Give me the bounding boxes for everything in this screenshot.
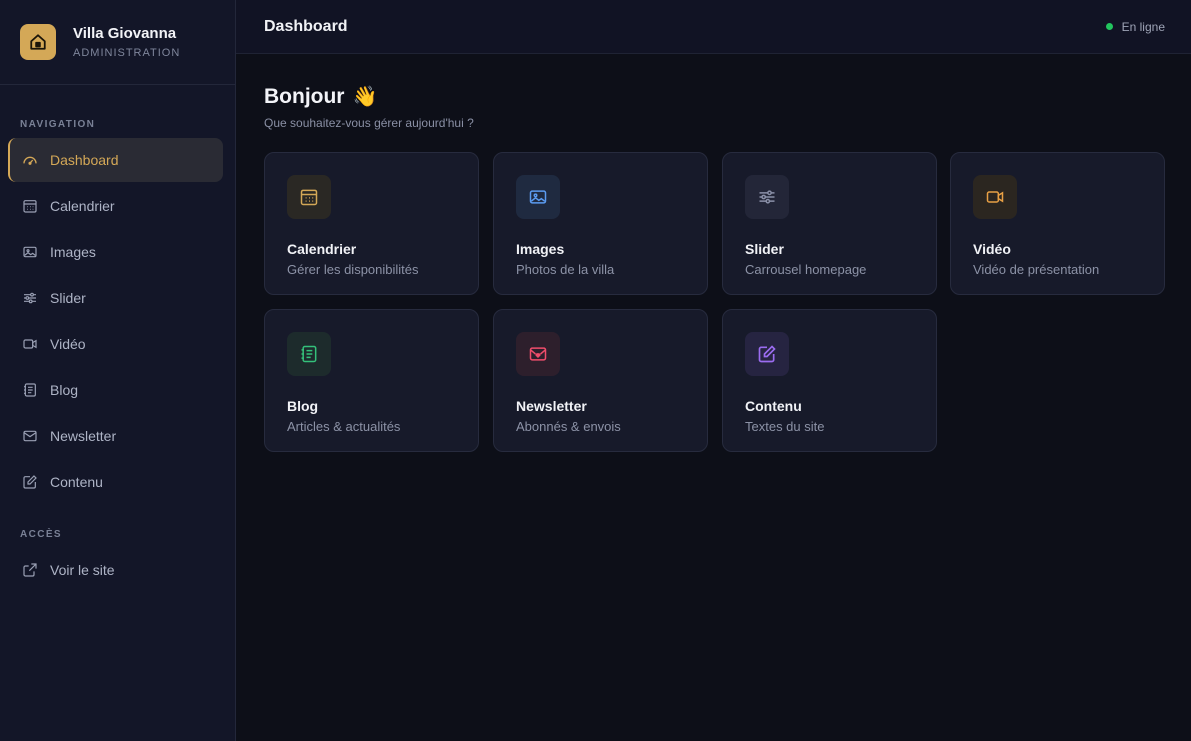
sidebar: Villa Giovanna ADMINISTRATION NAVIGATION… [0, 0, 236, 741]
greeting: Bonjour 👋 Que souhaitez-vous gérer aujou… [264, 84, 474, 131]
sidebar-item-label: Vidéo [50, 336, 86, 352]
card-description: Carrousel homepage [745, 262, 867, 277]
notebook-icon [22, 382, 38, 398]
video-icon [22, 336, 38, 352]
status-indicator: En ligne [1105, 19, 1165, 34]
card-newsletter[interactable]: Newsletter Abonnés & envois [493, 309, 708, 452]
external-link-icon [22, 562, 38, 578]
card-description: Vidéo de présentation [973, 262, 1100, 277]
brand: Villa Giovanna ADMINISTRATION [0, 0, 235, 85]
card-title: Contenu [745, 398, 802, 414]
image-icon [516, 175, 560, 219]
edit-icon [745, 332, 789, 376]
card-title: Calendrier [287, 241, 357, 257]
mail-heart-icon [516, 332, 560, 376]
edit-icon [22, 474, 38, 490]
sidebar-item-voir-le-site[interactable]: Voir le site [8, 548, 223, 592]
greeting-title-text: Bonjour [264, 84, 345, 108]
sidebar-item-label: Contenu [50, 474, 103, 490]
sidebar-item-label: Blog [50, 382, 79, 398]
sidebar-item-blog[interactable]: Blog [8, 368, 223, 412]
status-text: En ligne [1121, 19, 1165, 34]
card-images[interactable]: Images Photos de la villa [493, 152, 708, 295]
sidebar-item-label: Calendrier [50, 198, 115, 214]
access-section-label: ACCÈS [20, 529, 63, 540]
card-title: Newsletter [516, 398, 587, 414]
card-title: Images [516, 241, 565, 257]
brand-name: Villa Giovanna [73, 25, 177, 42]
mail-heart-icon [22, 428, 38, 444]
card-slider[interactable]: Slider Carrousel homepage [722, 152, 937, 295]
card-video[interactable]: Vidéo Vidéo de présentation [950, 152, 1165, 295]
sidebar-item-label: Slider [50, 290, 86, 306]
sidebar-item-slider[interactable]: Slider [8, 276, 223, 320]
card-title: Vidéo [973, 241, 1011, 257]
card-description: Textes du site [745, 419, 825, 434]
greeting-subtitle: Que souhaitez-vous gérer aujourd'hui ? [264, 116, 474, 130]
home-icon [20, 24, 56, 60]
card-description: Gérer les disponibilités [287, 262, 419, 277]
sidebar-item-label: Newsletter [50, 428, 117, 444]
card-description: Articles & actualités [287, 419, 401, 434]
sidebar-item-newsletter[interactable]: Newsletter [8, 414, 223, 458]
card-calendrier[interactable]: Calendrier Gérer les disponibilités [264, 152, 479, 295]
calendar-icon [287, 175, 331, 219]
sliders-icon [22, 290, 38, 306]
sidebar-item-label: Dashboard [50, 152, 119, 168]
image-icon [22, 244, 38, 260]
calendar-icon [22, 198, 38, 214]
gauge-icon [22, 152, 38, 168]
page-title: Dashboard [264, 17, 348, 35]
card-title: Blog [287, 398, 319, 414]
sidebar-item-label: Images [50, 244, 96, 260]
sidebar-item-calendrier[interactable]: Calendrier [8, 184, 223, 228]
sidebar-item-dashboard[interactable]: Dashboard [8, 138, 223, 182]
card-blog[interactable]: Blog Articles & actualités [264, 309, 479, 452]
topbar: Dashboard En ligne [236, 0, 1191, 54]
sidebar-item-contenu[interactable]: Contenu [8, 460, 223, 504]
sidebar-item-images[interactable]: Images [8, 230, 223, 274]
card-description: Photos de la villa [516, 262, 615, 277]
brand-subtitle: ADMINISTRATION [73, 47, 181, 59]
waving-hand-icon: 👋 [352, 86, 378, 108]
notebook-icon [287, 332, 331, 376]
status-dot-icon [1105, 23, 1113, 30]
sidebar-item-video[interactable]: Vidéo [8, 322, 223, 366]
video-icon [973, 175, 1017, 219]
card-description: Abonnés & envois [516, 419, 621, 434]
sliders-icon [745, 175, 789, 219]
nav-section-label: NAVIGATION [20, 119, 96, 130]
sidebar-item-label: Voir le site [50, 562, 115, 578]
greeting-title: Bonjour 👋 [264, 84, 474, 109]
card-title: Slider [745, 241, 784, 257]
card-contenu[interactable]: Contenu Textes du site [722, 309, 937, 452]
